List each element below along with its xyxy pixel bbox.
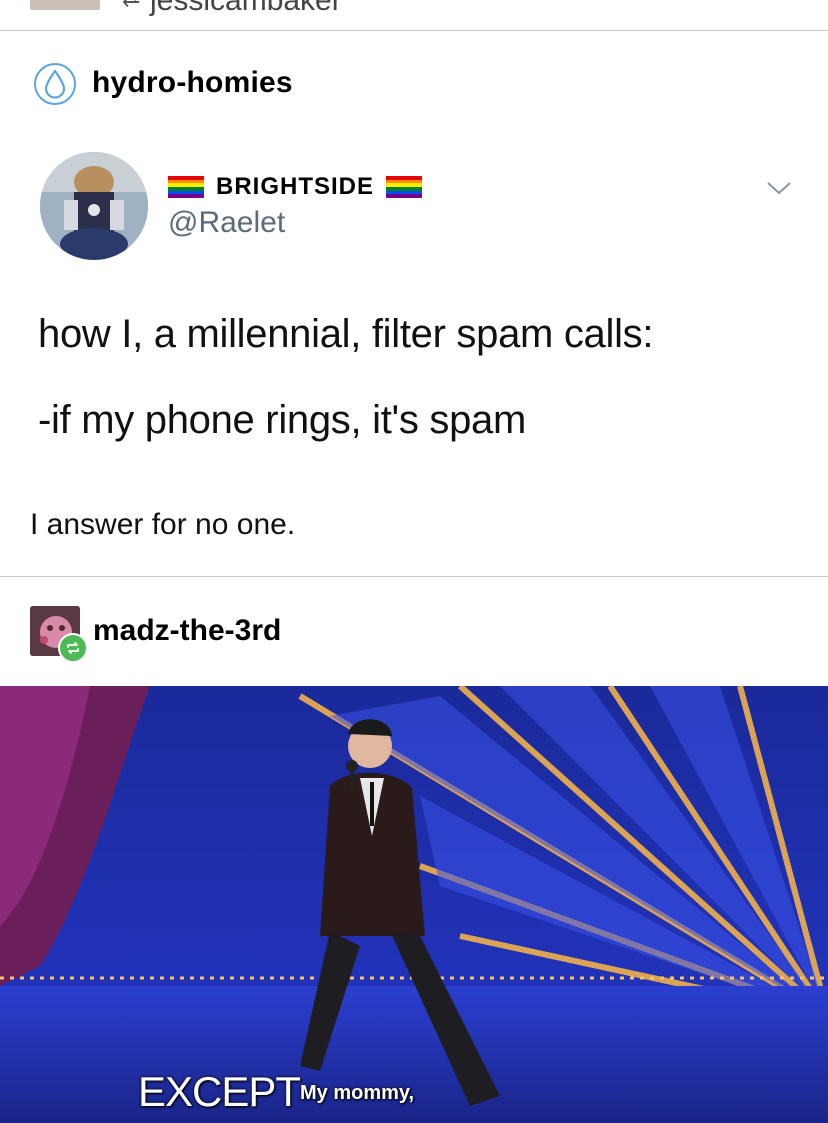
water-drop-icon[interactable] [34, 63, 76, 105]
rainbow-flag-icon [386, 176, 423, 199]
blog-name-madz-the-3rd[interactable]: madz-the-3rd [93, 614, 281, 648]
tweet-handle: @Raelet [168, 206, 286, 239]
subtitle-big: EXCEPT [138, 1068, 301, 1115]
chevron-down-icon[interactable] [764, 178, 794, 198]
tweet-display-name-text: BRIGHTSIDE [216, 173, 375, 200]
previous-post-footer: ⇄ jessicambaker [0, 0, 828, 31]
previous-post-thumbnail[interactable] [30, 0, 100, 10]
tweet-text-line1: how I, a millennial, filter spam calls: [38, 312, 654, 356]
tweet-display-name: BRIGHTSIDE [168, 173, 423, 201]
reblog-icon [58, 633, 88, 663]
subtitle-small: My mommy, [300, 1082, 415, 1104]
tweet-text-line2: -if my phone rings, it's spam [38, 398, 526, 442]
post-caption: I answer for no one. [30, 508, 296, 541]
blog-name-hydro-homies[interactable]: hydro-homies [92, 66, 293, 100]
post-image[interactable] [0, 686, 828, 1123]
post-divider [0, 576, 828, 577]
rainbow-flag-icon [168, 176, 204, 199]
tweet-avatar [40, 152, 148, 260]
reblog-icon: ⇄ [122, 0, 140, 12]
previous-reblogger-name[interactable]: jessicambaker [150, 0, 342, 18]
